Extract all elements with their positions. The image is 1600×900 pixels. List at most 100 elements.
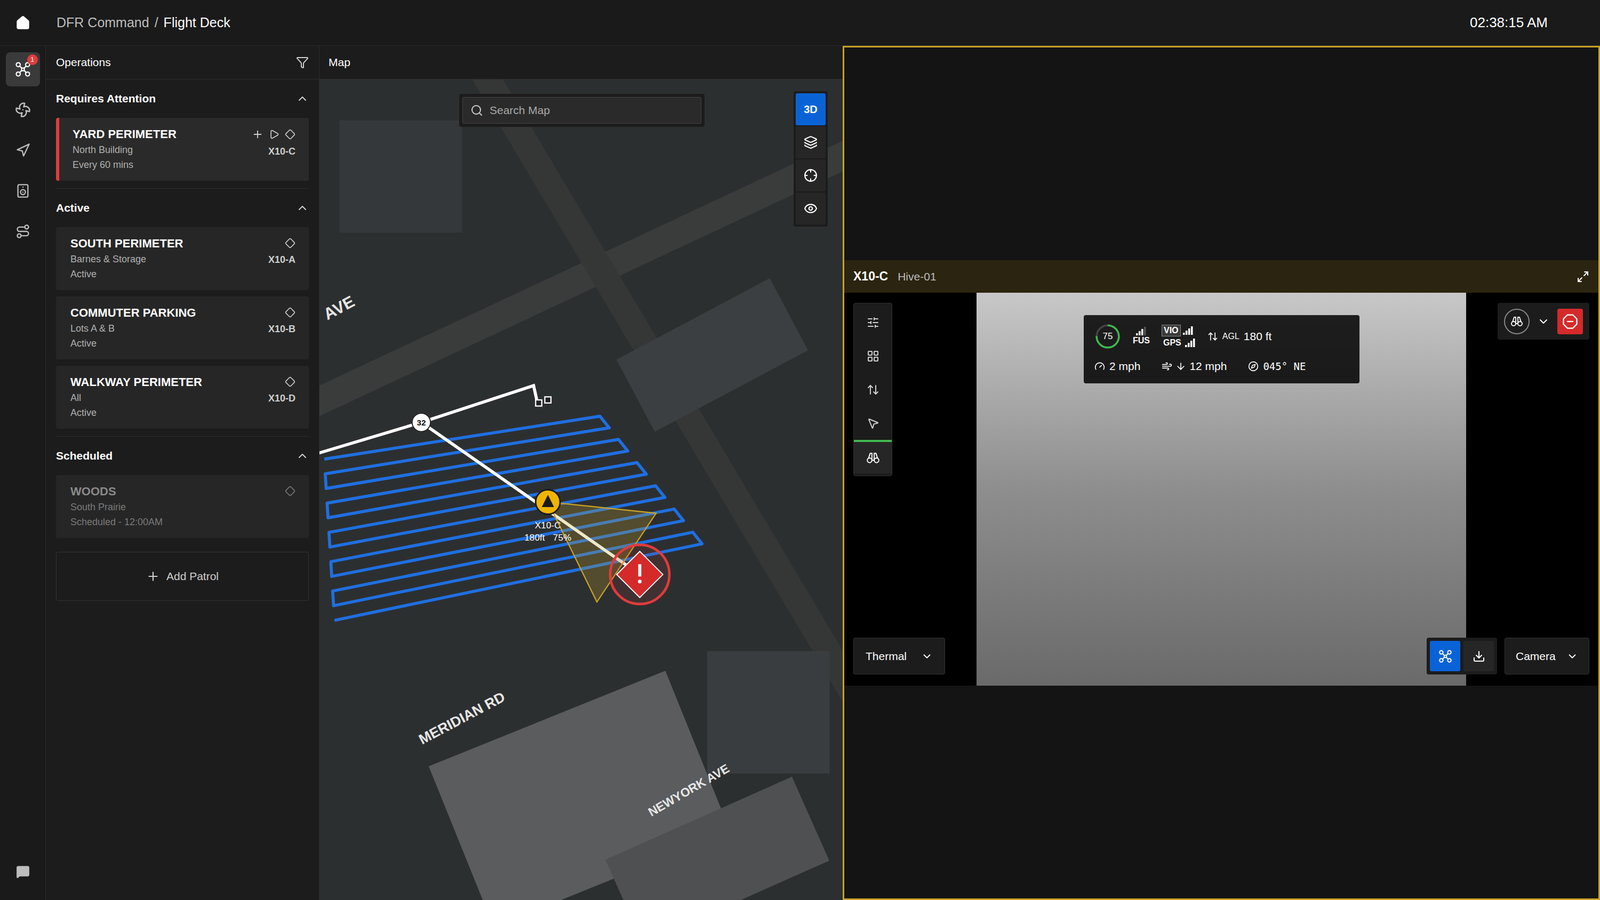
heading-value: 045° NE xyxy=(1262,358,1306,375)
map-tool-button[interactable]: 3D xyxy=(795,93,826,126)
view-icon xyxy=(803,201,818,216)
map-tool-label: 3D xyxy=(803,101,818,118)
map-tools: 3D xyxy=(793,91,828,227)
wind-direction-icon xyxy=(1175,361,1187,372)
clock: 02:38:15 AM xyxy=(1469,12,1600,34)
rail-item[interactable] xyxy=(5,92,40,127)
patrol-card[interactable]: SOUTH PERIMETERBarnes & StorageActive X10… xyxy=(56,227,309,291)
map-tool-button[interactable] xyxy=(795,159,826,192)
patrol-location: Barnes & Storage xyxy=(70,251,183,267)
home-button[interactable] xyxy=(0,15,46,31)
patrol-name: YARD PERIMETER xyxy=(72,126,177,143)
operations-title: Operations xyxy=(56,53,111,71)
breadcrumb: DFR Command/Flight Deck xyxy=(45,12,231,34)
monitor-icon[interactable] xyxy=(284,485,296,497)
feed-tool-button[interactable] xyxy=(853,339,892,373)
svg-text:32: 32 xyxy=(416,418,426,428)
add-patrol-label: Add Patrol xyxy=(166,568,219,586)
patrol-name: COMMUTER PARKING xyxy=(70,305,196,322)
patrol-info: SOUTH PERIMETERBarnes & StorageActive xyxy=(70,235,183,282)
feed-tool-button[interactable] xyxy=(853,372,892,407)
chevron-down-icon xyxy=(1566,650,1579,663)
drone-label: X10-C xyxy=(534,520,562,531)
dock-button xyxy=(1426,637,1498,675)
operations-section: Scheduled WOODSSouth PrairieScheduled - 1… xyxy=(56,436,309,546)
rail-item[interactable] xyxy=(5,133,40,168)
feed-tool-button[interactable] xyxy=(853,440,892,474)
view-mode-dropdown[interactable]: Thermal xyxy=(853,637,946,675)
feed-tool-button[interactable] xyxy=(853,305,892,340)
patrol-card[interactable]: WALKWAY PERIMETERAllActive X10-D xyxy=(56,365,309,429)
map-canvas[interactable]: 32X10-C180ft75%AVEMERIDIAN RDNEWYORK AVE xyxy=(319,79,843,900)
stop-button[interactable] xyxy=(1557,308,1583,335)
feed-tool-button[interactable] xyxy=(853,406,892,440)
patrol-card[interactable]: COMMUTER PARKINGLots A & BActiveX10-B xyxy=(56,296,309,360)
patrol-lanes xyxy=(324,416,702,621)
drone-marker[interactable] xyxy=(535,490,560,515)
binoculars-icon xyxy=(1510,315,1524,328)
section-title: Scheduled xyxy=(56,447,113,465)
map-tool-button[interactable] xyxy=(795,126,826,159)
patrol-location: Lots A & B xyxy=(70,321,196,336)
speed-icon xyxy=(1094,361,1106,372)
alert-marker[interactable] xyxy=(610,545,670,605)
patrol-card[interactable]: YARD PERIMETERNorth BuildingEvery 60 min… xyxy=(56,117,309,181)
feed-tools xyxy=(853,302,893,477)
rail-item[interactable]: 1 xyxy=(5,52,40,87)
section-header[interactable]: Scheduled xyxy=(56,436,309,476)
rail-item[interactable] xyxy=(5,173,40,208)
filter-icon[interactable] xyxy=(296,56,309,69)
lookout-button[interactable] xyxy=(1504,308,1530,335)
fusion-signal-icon xyxy=(1136,326,1147,336)
collapse-icon xyxy=(296,92,309,106)
patrol-location: All xyxy=(70,390,203,406)
patrol-name: WOODS xyxy=(70,483,163,500)
return-to-dock-button[interactable] xyxy=(1429,641,1461,672)
wind-readout: 12 mph xyxy=(1161,357,1227,375)
patrol-status: Every 60 mins xyxy=(72,157,177,173)
download-icon xyxy=(1472,650,1486,663)
grid-icon xyxy=(866,349,880,363)
camera-dropdown[interactable]: Camera xyxy=(1504,637,1590,675)
street-label: AVE xyxy=(320,292,358,324)
patrol-drone: X10-A xyxy=(268,252,296,268)
dock-drone-icon xyxy=(1438,649,1453,664)
section-header[interactable]: Active xyxy=(56,188,309,228)
map-panel: Map32X10-C180ft75%AVEMERIDIAN RDNEWYORK … xyxy=(319,45,843,900)
map-tool-button[interactable] xyxy=(795,192,826,225)
waypoint-marker[interactable]: 32 xyxy=(412,413,431,432)
patrol-status: Active xyxy=(70,405,203,421)
add-icon[interactable] xyxy=(251,128,264,141)
monitor-icon[interactable] xyxy=(284,376,296,388)
patrol-info: WALKWAY PERIMETERAllActive xyxy=(70,374,203,421)
operations-header: Operations xyxy=(45,45,319,80)
plus-icon xyxy=(146,569,160,584)
map-header: Map xyxy=(319,45,843,80)
battery-value: 75 xyxy=(1102,329,1114,344)
monitor-icon[interactable] xyxy=(284,307,296,318)
sensor-status: VIOGPS xyxy=(1161,324,1196,349)
patrol-actions xyxy=(284,307,296,318)
chat-button[interactable] xyxy=(16,865,30,879)
map-search-field[interactable]: Search Map xyxy=(462,97,702,124)
monitor-icon[interactable] xyxy=(284,129,296,140)
monitor-icon[interactable] xyxy=(284,237,296,249)
section-header[interactable]: Requires Attention xyxy=(56,79,309,118)
video-frame[interactable]: 75FUSVIOGPSAGL180 ft2 mph12 mph045° NE xyxy=(976,292,1467,686)
download-button[interactable] xyxy=(1463,641,1494,672)
chevron-down-icon[interactable] xyxy=(1537,315,1550,328)
expand-icon[interactable] xyxy=(1576,270,1590,284)
sensor-row: VIO xyxy=(1161,324,1196,337)
search-placeholder: Search Map xyxy=(489,101,550,119)
breadcrumb-root[interactable]: DFR Command xyxy=(56,12,150,34)
rail-item[interactable] xyxy=(5,214,40,249)
battery-gauge: 75 xyxy=(1094,323,1122,350)
sensor-signal-icon xyxy=(1185,338,1196,348)
add-patrol-button[interactable]: Add Patrol xyxy=(56,552,309,602)
patrol-card[interactable]: WOODSSouth PrairieScheduled - 12:00AM xyxy=(56,475,309,539)
feed-panel: X10-CHive-0175FUSVIOGPSAGL180 ft2 mph12 … xyxy=(842,45,1600,900)
patrol-location: South Prairie xyxy=(70,499,163,515)
sensor-label: VIO xyxy=(1161,324,1181,337)
start-icon[interactable] xyxy=(268,129,280,140)
patrol-drone: X10-D xyxy=(268,391,296,406)
